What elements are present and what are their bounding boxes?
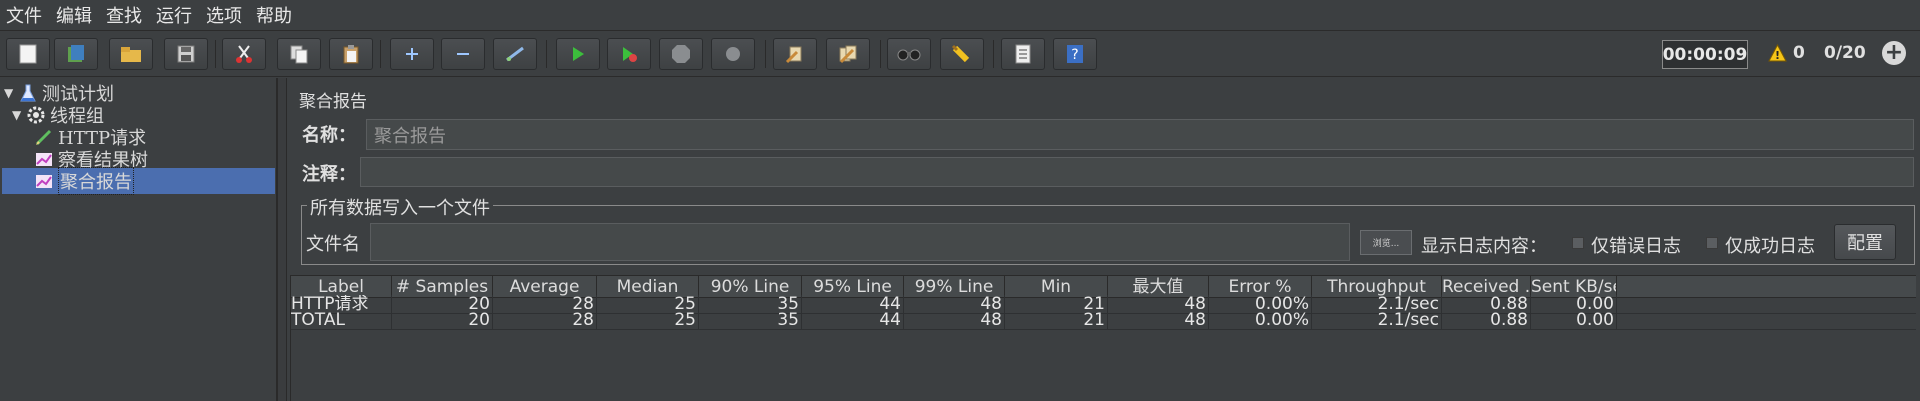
templates-button[interactable]: [54, 38, 98, 70]
search-icon: [897, 49, 921, 61]
filename-label: 文件名: [306, 234, 360, 255]
toggle-icon: [506, 46, 524, 62]
menu-edit[interactable]: 编辑: [56, 2, 92, 28]
open-icon: [121, 47, 141, 62]
chart-icon: [36, 175, 52, 188]
flask-icon: [20, 84, 36, 102]
chart-icon: [36, 153, 52, 166]
cell-error: 0.00%: [1209, 311, 1312, 330]
function-helper-button[interactable]: [1001, 38, 1045, 70]
paste-icon: [343, 45, 359, 64]
cut-button[interactable]: [222, 38, 266, 70]
cell-median: 25: [597, 311, 699, 330]
start-no-pause-icon: [623, 47, 637, 62]
log-content-label: 显示日志内容：: [1421, 236, 1547, 257]
stop-icon: [672, 45, 690, 63]
templates-icon: [68, 45, 84, 62]
help-icon: ?: [1067, 45, 1083, 63]
shutdown-button[interactable]: [711, 38, 755, 70]
name-field[interactable]: 聚合报告: [366, 119, 1914, 150]
clear-icon: [785, 46, 802, 64]
cell-sent: 0.00: [1531, 311, 1617, 330]
new-icon: [19, 44, 37, 64]
cell-99-line: 48: [904, 311, 1005, 330]
aggregate-report-panel: 聚合报告 名称： 聚合报告 注释： 所有数据写入一个文件 文件名 浏览... 显…: [288, 78, 1920, 401]
menu-help[interactable]: 帮助: [256, 2, 292, 28]
pencil-icon: [35, 129, 52, 146]
clear-all-button[interactable]: [826, 38, 870, 70]
save-icon: [177, 45, 195, 63]
cell-label: TOTAL: [291, 311, 392, 330]
panel-title: 聚合报告: [299, 92, 367, 112]
help-button[interactable]: ?: [1053, 38, 1097, 70]
cell-average: 28: [493, 311, 597, 330]
save-button[interactable]: [164, 38, 208, 70]
svg-text:?: ?: [1071, 47, 1078, 63]
reset-search-button[interactable]: [940, 38, 984, 70]
cut-icon: [236, 45, 252, 63]
active-threads: 0/20: [1824, 43, 1866, 63]
open-button[interactable]: [109, 38, 153, 70]
expand-icon: [406, 48, 418, 60]
browse-button[interactable]: 浏览...: [1360, 230, 1412, 255]
table-row[interactable]: TOTAL 20 28 25 35 44 48 21 48 0.00% 2.1/…: [291, 311, 1916, 330]
cell-min: 21: [1005, 311, 1108, 330]
stop-button[interactable]: [659, 38, 703, 70]
paste-button[interactable]: [329, 38, 373, 70]
test-plan-tree: ▼ 测试计划 ▼ 线程组 HTTP请求 察看结果树 聚合报告: [0, 78, 277, 401]
svg-text:!: !: [1775, 49, 1780, 62]
success-only-label: 仅成功日志: [1725, 236, 1815, 257]
toggle-button[interactable]: [493, 38, 537, 70]
menu-search[interactable]: 查找: [106, 2, 142, 28]
warning-count: 0: [1793, 43, 1805, 63]
reset-search-icon: [951, 44, 970, 63]
start-no-pause-button[interactable]: [607, 38, 651, 70]
toolbar: ?: [0, 31, 1920, 77]
menu-file[interactable]: 文件: [6, 2, 42, 28]
comment-field[interactable]: [360, 157, 1914, 187]
warning-icon[interactable]: !: [1768, 44, 1787, 62]
cell-throughput: 2.1/sec: [1312, 311, 1442, 330]
aggregate-table: Label # Samples Average Median 90% Line …: [290, 275, 1916, 401]
errors-only-checkbox[interactable]: [1572, 237, 1584, 249]
search-button[interactable]: [887, 38, 931, 70]
function-helper-icon: [1015, 44, 1031, 64]
comment-label: 注释：: [302, 164, 356, 185]
collapse-all-button[interactable]: [441, 38, 485, 70]
cell-max: 48: [1108, 311, 1209, 330]
filename-field[interactable]: [370, 223, 1350, 261]
expand-arrow-icon[interactable]: ▼: [4, 86, 18, 100]
copy-button[interactable]: [277, 38, 321, 70]
cell-90-line: 35: [699, 311, 802, 330]
errors-only-label: 仅错误日志: [1591, 236, 1681, 257]
configure-button[interactable]: 配置: [1834, 224, 1896, 260]
tree-scrollbar[interactable]: [277, 78, 287, 401]
name-label: 名称：: [302, 125, 356, 146]
cell-received: 0.88: [1442, 311, 1531, 330]
tree-node-aggregate-report[interactable]: 聚合报告: [2, 167, 275, 195]
new-button[interactable]: [6, 38, 50, 70]
gear-icon: [27, 106, 45, 124]
success-only-checkbox[interactable]: [1706, 237, 1718, 249]
group-title: 所有数据写入一个文件: [307, 194, 493, 220]
elapsed-timer: 00:00:09: [1662, 40, 1748, 69]
start-icon: [573, 47, 584, 61]
start-button[interactable]: [556, 38, 600, 70]
add-circle-icon[interactable]: +: [1882, 41, 1906, 65]
menu-options[interactable]: 选项: [206, 2, 242, 28]
clear-button[interactable]: [773, 38, 817, 70]
collapse-icon: [457, 53, 469, 55]
cell-95-line: 44: [802, 311, 904, 330]
copy-icon: [290, 45, 308, 64]
shutdown-icon: [726, 47, 740, 61]
clear-all-icon: [839, 45, 857, 64]
menu-run[interactable]: 运行: [156, 2, 192, 28]
menu-bar: 文件 编辑 查找 运行 选项 帮助: [0, 0, 1920, 31]
expand-arrow-icon[interactable]: ▼: [12, 108, 26, 122]
cell-samples: 20: [392, 311, 493, 330]
expand-all-button[interactable]: [390, 38, 434, 70]
